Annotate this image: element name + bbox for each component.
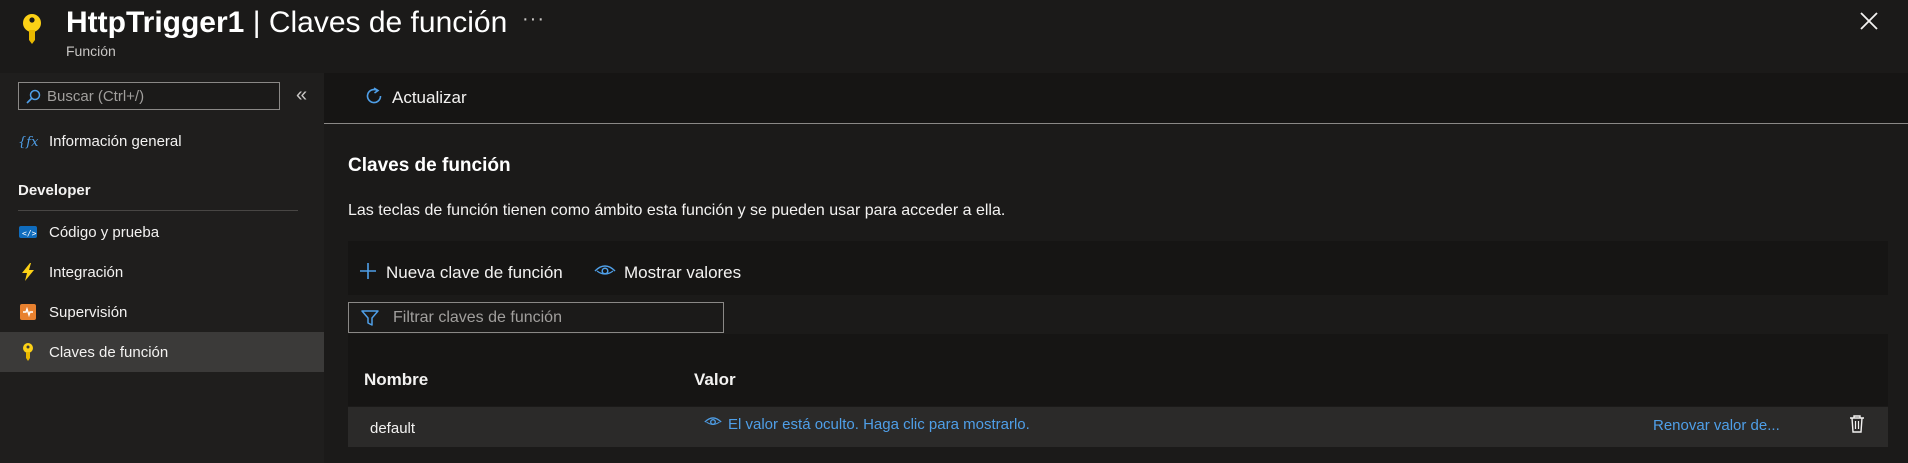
new-function-key-label: Nueva clave de función xyxy=(386,263,563,282)
table-header xyxy=(348,334,1888,406)
sidebar-item-label: Código y prueba xyxy=(49,223,160,241)
refresh-icon xyxy=(364,86,384,111)
refresh-label: Actualizar xyxy=(392,88,467,107)
sidebar-item-code-test[interactable]: </> Código y prueba xyxy=(0,212,324,252)
key-icon xyxy=(17,341,39,363)
code-icon: </> xyxy=(17,221,39,243)
page-subtitle: Función xyxy=(66,43,116,59)
svg-text:</>: </> xyxy=(22,229,37,238)
keys-command-bar xyxy=(348,241,1888,295)
sidebar-item-label: Integración xyxy=(49,263,124,281)
sidebar-search[interactable] xyxy=(18,82,280,110)
section-title: Claves de función xyxy=(348,155,511,176)
delete-icon[interactable] xyxy=(1848,414,1866,434)
filter-icon xyxy=(361,309,379,327)
key-name-cell: default xyxy=(370,420,416,437)
search-input[interactable] xyxy=(47,86,275,106)
sidebar-item-label: Información general xyxy=(49,132,182,150)
function-key-icon xyxy=(18,12,46,46)
more-options-button[interactable]: ··· xyxy=(522,8,545,31)
add-icon xyxy=(358,261,378,286)
eye-icon xyxy=(594,263,616,284)
show-value-link[interactable]: El valor está oculto. Haga clic para mos… xyxy=(704,415,1030,434)
show-values-button[interactable]: Mostrar valores xyxy=(594,258,741,288)
search-icon xyxy=(25,89,41,105)
eye-icon xyxy=(704,415,722,434)
page-title: HttpTrigger1 | Claves de función xyxy=(66,6,508,39)
lightning-icon xyxy=(17,261,39,283)
hidden-value-text: El valor está oculto. Haga clic para mos… xyxy=(728,416,1030,433)
divider xyxy=(18,210,298,211)
renew-key-link[interactable]: Renovar valor de... xyxy=(1653,417,1780,434)
new-function-key-button[interactable]: Nueva clave de función xyxy=(358,258,563,288)
collapse-sidebar-button[interactable]: « xyxy=(296,84,307,107)
filter-function-keys[interactable] xyxy=(348,302,724,333)
sidebar-item-monitoring[interactable]: Supervisión xyxy=(0,292,324,332)
sidebar-item-integration[interactable]: Integración xyxy=(0,252,324,292)
function-icon: {fx} xyxy=(17,130,39,152)
monitor-icon xyxy=(17,301,39,323)
sidebar-item-overview[interactable]: {fx} Información general xyxy=(0,121,324,161)
refresh-button[interactable]: Actualizar xyxy=(364,84,467,112)
section-heading-developer: Developer xyxy=(18,182,91,199)
column-header-name[interactable]: Nombre xyxy=(364,370,428,390)
sidebar-item-function-keys[interactable]: Claves de función xyxy=(0,332,324,372)
section-description: Las teclas de función tienen como ámbito… xyxy=(348,202,1006,219)
column-header-value[interactable]: Valor xyxy=(694,370,736,390)
close-icon[interactable] xyxy=(1858,10,1880,32)
show-values-label: Mostrar valores xyxy=(624,263,742,282)
svg-text:{fx}: {fx} xyxy=(18,135,39,150)
filter-input[interactable] xyxy=(393,307,713,329)
sidebar-item-label: Supervisión xyxy=(49,303,128,321)
command-toolbar xyxy=(324,73,1908,124)
sidebar-item-label: Claves de función xyxy=(49,343,169,361)
